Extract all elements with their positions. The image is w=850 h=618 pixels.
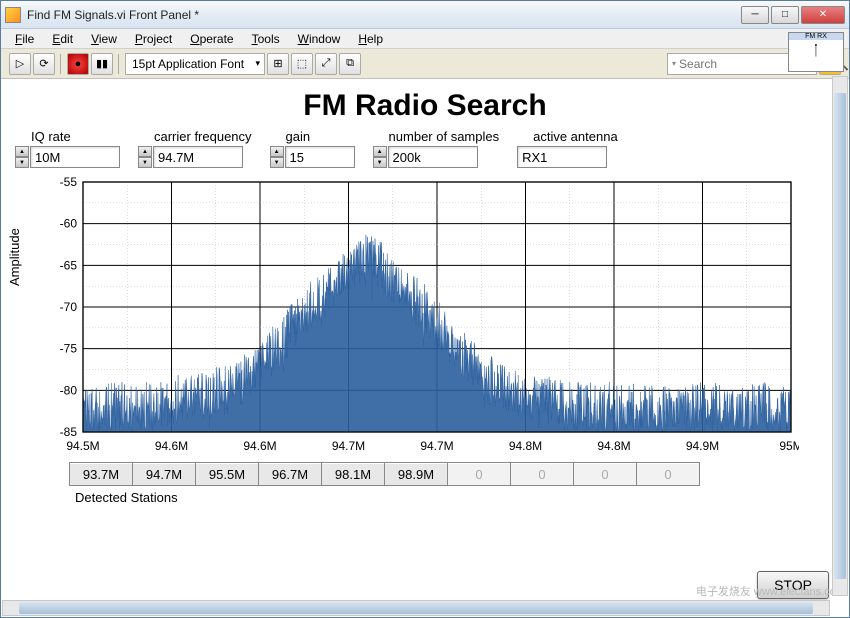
svg-text:94.5M: 94.5M bbox=[66, 439, 99, 453]
minimize-button[interactable]: ─ bbox=[741, 6, 769, 24]
watermark: 电子发烧友 www.elecfans.com bbox=[696, 586, 845, 599]
station-cell[interactable]: 95.5M bbox=[195, 462, 259, 486]
carrier-field[interactable]: 94.7M bbox=[153, 146, 243, 168]
scrollbar-thumb[interactable] bbox=[19, 602, 813, 614]
svg-text:-60: -60 bbox=[60, 217, 78, 231]
gain-spinner[interactable]: ▲▼ bbox=[270, 146, 284, 168]
reorder-button[interactable]: ⧉ bbox=[339, 53, 361, 75]
window-buttons: ─ □ ✕ bbox=[741, 6, 845, 24]
svg-text:94.6M: 94.6M bbox=[155, 439, 188, 453]
chart-ylabel: Amplitude bbox=[7, 228, 22, 286]
font-selector-label: 15pt Application Font bbox=[132, 57, 244, 71]
iq-rate-label: IQ rate bbox=[15, 129, 120, 144]
align-button[interactable]: ⊞ bbox=[267, 53, 289, 75]
vi-icon-label: FM RX bbox=[789, 33, 843, 40]
carrier-label: carrier frequency bbox=[138, 129, 252, 144]
iq-rate-field[interactable]: 10M bbox=[30, 146, 120, 168]
chart-svg: 94.5M 94.6M 94.6M 94.7M 94.7M 94.8M 94.8M 94.9M… bbox=[39, 176, 799, 456]
svg-text:95M: 95M bbox=[779, 439, 799, 453]
toolbar-separator bbox=[60, 54, 62, 74]
svg-text:94.9M: 94.9M bbox=[686, 439, 719, 453]
station-cell[interactable]: 98.1M bbox=[321, 462, 385, 486]
front-panel: FM Radio Search IQ rate ▲▼ 10M carrier f… bbox=[1, 79, 849, 617]
toolbar-separator bbox=[118, 54, 120, 74]
menu-view[interactable]: View bbox=[83, 30, 125, 48]
window-chrome: Find FM Signals.vi Front Panel * ─ □ ✕ F… bbox=[0, 0, 850, 618]
page-title: FM Radio Search bbox=[15, 89, 835, 123]
run-continuous-button[interactable]: ⟳ bbox=[33, 53, 55, 75]
resize-button[interactable]: ⤢ bbox=[315, 53, 337, 75]
station-cell[interactable]: 0 bbox=[510, 462, 574, 486]
app-icon bbox=[5, 7, 21, 23]
antenna-control: active antenna RX1 bbox=[517, 129, 618, 168]
carrier-control: carrier frequency ▲▼ 94.7M bbox=[138, 129, 252, 168]
toolbar: ▷ ⟳ ● ▮▮ 15pt Application Font ⊞ ⬚ ⤢ ⧉ ▾… bbox=[1, 49, 849, 79]
detected-stations-label: Detected Stations bbox=[75, 490, 835, 505]
controls-row: IQ rate ▲▼ 10M carrier frequency ▲▼ 94.7… bbox=[15, 129, 835, 168]
station-cell[interactable]: 0 bbox=[573, 462, 637, 486]
menu-edit[interactable]: Edit bbox=[44, 30, 81, 48]
titlebar[interactable]: Find FM Signals.vi Front Panel * ─ □ ✕ bbox=[1, 1, 849, 29]
svg-text:94.8M: 94.8M bbox=[597, 439, 630, 453]
station-cell[interactable]: 0 bbox=[447, 462, 511, 486]
close-button[interactable]: ✕ bbox=[801, 6, 845, 24]
menu-window[interactable]: Window bbox=[290, 30, 349, 48]
antenna-icon: ᛙ bbox=[812, 42, 820, 58]
abort-button[interactable]: ● bbox=[67, 53, 89, 75]
horizontal-scrollbar[interactable] bbox=[2, 600, 830, 616]
gain-label: gain bbox=[270, 129, 355, 144]
pause-button[interactable]: ▮▮ bbox=[91, 53, 113, 75]
iq-rate-spinner[interactable]: ▲▼ bbox=[15, 146, 29, 168]
run-button[interactable]: ▷ bbox=[9, 53, 31, 75]
antenna-label: active antenna bbox=[517, 129, 618, 144]
svg-text:-75: -75 bbox=[60, 342, 78, 356]
samples-spinner[interactable]: ▲▼ bbox=[373, 146, 387, 168]
menu-project[interactable]: Project bbox=[127, 30, 180, 48]
svg-text:94.7M: 94.7M bbox=[420, 439, 453, 453]
menu-help[interactable]: Help bbox=[350, 30, 391, 48]
station-cell[interactable]: 94.7M bbox=[132, 462, 196, 486]
menu-tools[interactable]: Tools bbox=[244, 30, 288, 48]
samples-control: number of samples ▲▼ 200k bbox=[373, 129, 500, 168]
svg-text:-85: -85 bbox=[60, 425, 78, 439]
maximize-button[interactable]: □ bbox=[771, 6, 799, 24]
menubar: FileEditViewProjectOperateToolsWindowHel… bbox=[1, 29, 849, 49]
svg-text:94.7M: 94.7M bbox=[332, 439, 365, 453]
scrollbar-thumb[interactable] bbox=[834, 93, 846, 579]
svg-text:-65: -65 bbox=[60, 258, 78, 272]
detected-stations-row: 93.7M94.7M95.5M96.7M98.1M98.9M0000 bbox=[69, 462, 835, 486]
menu-file[interactable]: File bbox=[7, 30, 42, 48]
svg-text:94.6M: 94.6M bbox=[243, 439, 276, 453]
gain-control: gain ▲▼ 15 bbox=[270, 129, 355, 168]
carrier-spinner[interactable]: ▲▼ bbox=[138, 146, 152, 168]
vertical-scrollbar[interactable] bbox=[832, 76, 848, 596]
samples-field[interactable]: 200k bbox=[388, 146, 478, 168]
iq-rate-control: IQ rate ▲▼ 10M bbox=[15, 129, 120, 168]
vi-icon-pane[interactable]: FM RX ᛙ bbox=[788, 32, 844, 72]
menu-operate[interactable]: Operate bbox=[182, 30, 241, 48]
station-cell[interactable]: 96.7M bbox=[258, 462, 322, 486]
station-cell[interactable]: 0 bbox=[636, 462, 700, 486]
distribute-button[interactable]: ⬚ bbox=[291, 53, 313, 75]
svg-text:-80: -80 bbox=[60, 383, 78, 397]
gain-field[interactable]: 15 bbox=[285, 146, 355, 168]
window-title: Find FM Signals.vi Front Panel * bbox=[27, 8, 741, 22]
station-cell[interactable]: 93.7M bbox=[69, 462, 133, 486]
svg-text:94.8M: 94.8M bbox=[509, 439, 542, 453]
search-chevron-icon: ▾ bbox=[672, 59, 676, 68]
spectrum-chart: Amplitude 94.5M94.6M94.6M94.7M94.7M94.8M… bbox=[39, 176, 833, 456]
antenna-field[interactable]: RX1 bbox=[517, 146, 607, 168]
samples-label: number of samples bbox=[373, 129, 500, 144]
svg-text:-70: -70 bbox=[60, 300, 78, 314]
station-cell[interactable]: 98.9M bbox=[384, 462, 448, 486]
font-selector[interactable]: 15pt Application Font bbox=[125, 53, 265, 75]
svg-text:-55: -55 bbox=[60, 176, 78, 189]
